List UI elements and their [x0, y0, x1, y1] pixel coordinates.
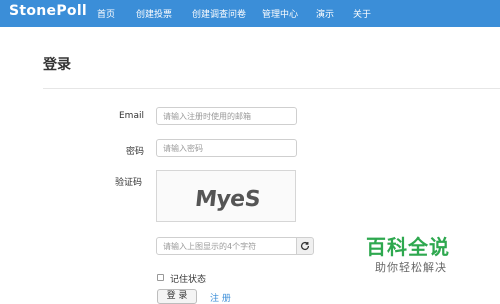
title-divider — [43, 88, 500, 89]
top-navbar: StonePoll 首页 创建投票 创建调查问卷 管理中心 演示 关于 — [0, 0, 500, 27]
captcha-label: 验证码 — [115, 178, 143, 188]
login-button[interactable]: 登 录 — [157, 289, 197, 304]
captcha-refresh-button[interactable] — [296, 237, 314, 255]
captcha-image[interactable]: MyeS — [156, 170, 296, 222]
page-title: 登录 — [43, 57, 71, 73]
password-label: 密码 — [126, 147, 145, 157]
brand-logo[interactable]: StonePoll — [9, 3, 87, 19]
nav-item-create-survey[interactable]: 创建调查问卷 — [192, 7, 246, 20]
password-field[interactable] — [156, 139, 297, 157]
nav-item-create-poll[interactable]: 创建投票 — [136, 7, 172, 20]
refresh-icon — [300, 241, 310, 251]
register-link[interactable]: 注 册 — [210, 291, 231, 304]
remember-checkbox[interactable] — [157, 274, 164, 281]
nav-item-about[interactable]: 关于 — [353, 7, 371, 20]
email-label: Email — [119, 111, 144, 121]
watermark-subtitle: 助你轻松解决 — [375, 261, 447, 274]
nav-item-demo[interactable]: 演示 — [316, 7, 334, 20]
captcha-image-text: MyeS — [193, 187, 262, 212]
nav-item-home[interactable]: 首页 — [97, 7, 115, 20]
email-field[interactable] — [156, 107, 297, 125]
remember-label: 记住状态 — [170, 275, 207, 285]
nav-item-admin-center[interactable]: 管理中心 — [262, 7, 298, 20]
captcha-field[interactable] — [156, 237, 297, 255]
watermark-title: 百科全说 — [366, 235, 450, 259]
